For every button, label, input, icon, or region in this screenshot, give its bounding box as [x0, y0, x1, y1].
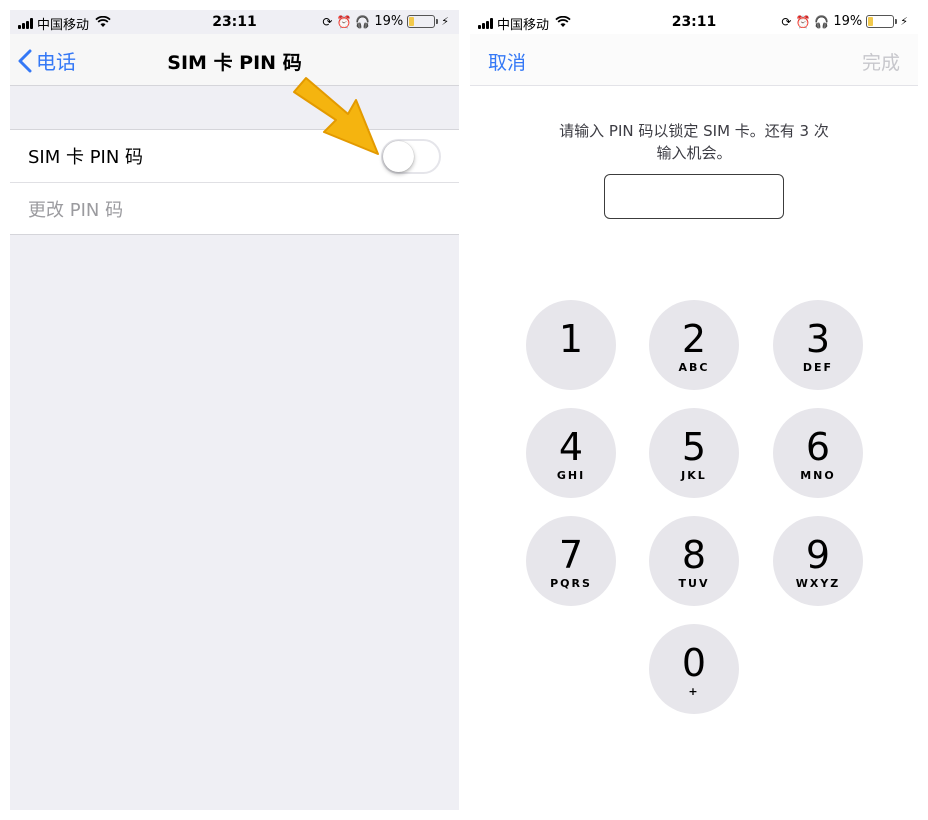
battery-icon	[407, 15, 439, 28]
headphones-icon: 🎧	[814, 14, 830, 29]
cancel-button[interactable]: 取消	[488, 48, 526, 75]
change-pin-label: 更改 PIN 码	[28, 199, 124, 221]
keypad-digit: 1	[558, 317, 584, 361]
charging-bolt-icon: ⚡	[900, 15, 908, 28]
done-button[interactable]: 完成	[862, 48, 900, 75]
keypad-letters: PQRS	[550, 577, 592, 590]
keypad-digit: 9	[805, 533, 831, 577]
status-bar: 中国移动 23:11 ⟳ ⏰ 🎧 19% ⚡	[10, 10, 459, 34]
status-bar: 中国移动 23:11 ⟳ ⏰ 🎧 19% ⚡	[470, 10, 918, 34]
keypad-key-7[interactable]: 7 PQRS	[526, 516, 616, 606]
pin-prompt: 请输入 PIN 码以锁定 SIM 卡。还有 3 次 输入机会。	[470, 120, 918, 164]
keypad-key-2[interactable]: 2 ABC	[649, 300, 739, 390]
navigation-bar: 电话 SIM 卡 PIN 码	[10, 34, 459, 86]
sim-pin-toggle[interactable]	[381, 139, 441, 174]
keypad-digit: 0	[681, 641, 707, 685]
pin-input[interactable]	[604, 174, 784, 219]
pin-prompt-line-2: 输入机会。	[656, 144, 732, 162]
orientation-lock-icon: ⟳	[322, 14, 333, 29]
keypad-digit: 7	[558, 533, 584, 577]
status-right: ⟳ ⏰ 🎧 19% ⚡	[781, 14, 908, 29]
keypad-letters: GHI	[556, 469, 586, 482]
battery-icon	[866, 15, 898, 28]
alarm-icon: ⏰	[795, 14, 811, 29]
keypad-letters: ABC	[678, 361, 710, 374]
sim-pin-row: SIM 卡 PIN 码	[10, 130, 459, 182]
keypad-key-9[interactable]: 9 WXYZ	[773, 516, 863, 606]
keypad-key-4[interactable]: 4 GHI	[526, 408, 616, 498]
keypad-digit: 8	[681, 533, 707, 577]
keypad-key-6[interactable]: 6 MNO	[773, 408, 863, 498]
keypad-key-0[interactable]: 0 +	[649, 624, 739, 714]
keypad-key-3[interactable]: 3 DEF	[773, 300, 863, 390]
pin-prompt-line-1: 请输入 PIN 码以锁定 SIM 卡。还有 3 次	[559, 122, 829, 140]
battery-fill	[409, 17, 414, 26]
keypad-key-8[interactable]: 8 TUV	[649, 516, 739, 606]
keypad-digit: 5	[681, 425, 707, 469]
alarm-icon: ⏰	[336, 14, 352, 29]
settings-list: SIM 卡 PIN 码 更改 PIN 码	[10, 129, 459, 235]
battery-percent: 19%	[833, 14, 863, 29]
keypad-digit: 4	[558, 425, 584, 469]
battery-percent: 19%	[374, 14, 404, 29]
annotation-arrow-icon	[293, 77, 379, 155]
charging-bolt-icon: ⚡	[441, 15, 449, 28]
keypad-letters: MNO	[800, 469, 836, 482]
battery-fill	[868, 17, 873, 26]
pin-entry-screen: 中国移动 23:11 ⟳ ⏰ 🎧 19% ⚡ 取消 完成 请输入 PIN 码以锁…	[470, 10, 918, 810]
keypad-letters: +	[688, 685, 700, 698]
change-pin-row[interactable]: 更改 PIN 码	[10, 182, 459, 234]
keypad-digit: 2	[681, 317, 707, 361]
orientation-lock-icon: ⟳	[781, 14, 792, 29]
keypad-letters: JKL	[681, 469, 707, 482]
navigation-bar: 取消 完成	[470, 34, 918, 86]
settings-sim-pin-screen: 中国移动 23:11 ⟳ ⏰ 🎧 19% ⚡ 电话 SIM 卡 PIN 码 SI…	[10, 10, 459, 810]
headphones-icon: 🎧	[355, 14, 371, 29]
page-title: SIM 卡 PIN 码	[167, 52, 302, 74]
status-right: ⟳ ⏰ 🎧 19% ⚡	[322, 14, 449, 29]
keypad-key-1[interactable]: 1	[526, 300, 616, 390]
keypad-digit: 6	[805, 425, 831, 469]
keypad-digit: 3	[805, 317, 831, 361]
keypad-letters: DEF	[802, 361, 834, 374]
keypad-letters: TUV	[678, 577, 710, 590]
keypad-letters: WXYZ	[795, 577, 841, 590]
sim-pin-label: SIM 卡 PIN 码	[28, 147, 144, 168]
keypad-key-5[interactable]: 5 JKL	[649, 408, 739, 498]
